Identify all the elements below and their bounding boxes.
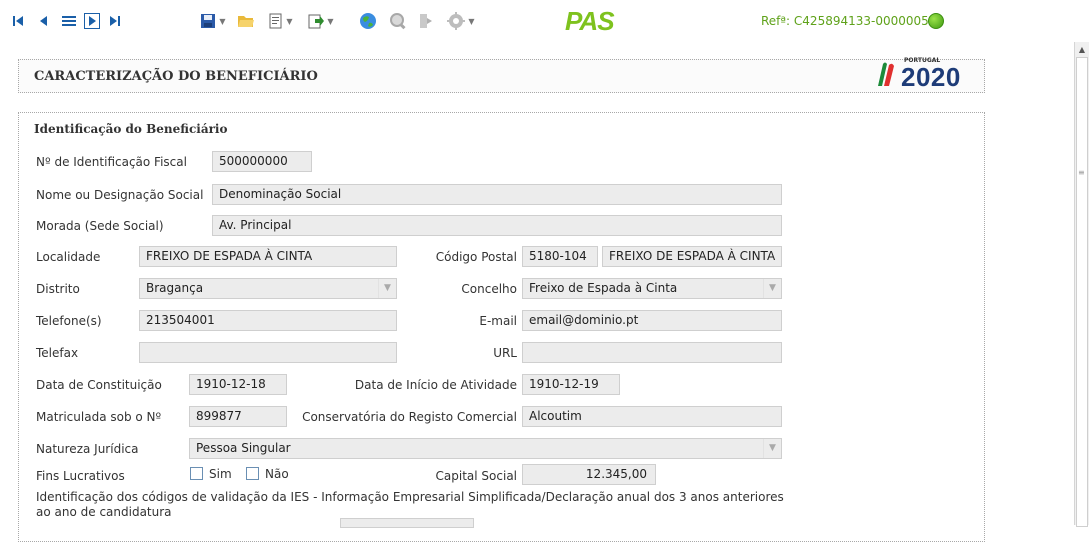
globe-icon[interactable] xyxy=(358,10,378,32)
fax-field[interactable] xyxy=(139,342,397,363)
locality-field[interactable]: FREIXO DE ESPADA À CINTA xyxy=(139,246,397,267)
activity-date-field[interactable]: 1910-12-19 xyxy=(522,374,620,395)
postal-code-field[interactable]: 5180-104 xyxy=(522,246,598,267)
page-header: CARACTERIZAÇÃO DO BENEFICIÁRIO xyxy=(18,59,985,93)
url-field[interactable] xyxy=(522,342,782,363)
address-label: Morada (Sede Social) xyxy=(36,219,164,233)
registration-label: Matriculada sob o Nº xyxy=(36,410,162,424)
logo-year-text: 2020 xyxy=(901,62,961,92)
first-record-icon[interactable] xyxy=(10,10,26,32)
profit-yes-checkbox[interactable] xyxy=(190,467,203,480)
profit-no-checkbox[interactable] xyxy=(246,467,259,480)
save-icon[interactable]: ▼ xyxy=(198,10,228,32)
profit-no-label: Não xyxy=(265,467,289,481)
open-folder-icon[interactable] xyxy=(236,10,256,32)
name-field[interactable]: Denominação Social xyxy=(212,184,782,205)
next-record-icon[interactable] xyxy=(83,10,101,32)
chevron-down-icon[interactable]: ▼ xyxy=(763,279,781,298)
scroll-grip-icon: ≡ xyxy=(1078,168,1085,177)
gear-icon[interactable]: ▼ xyxy=(444,10,478,32)
constitution-date-label: Data de Constituição xyxy=(36,378,162,392)
phone-field[interactable]: 213504001 xyxy=(139,310,397,331)
exit-icon[interactable] xyxy=(416,10,436,32)
email-label: E-mail xyxy=(479,314,517,328)
reference-label: Refª: C425894133-00000057 xyxy=(761,14,937,28)
postal-locality-field[interactable]: FREIXO DE ESPADA À CINTA xyxy=(602,246,782,267)
registration-field[interactable]: 899877 xyxy=(189,406,287,427)
fax-label: Telefax xyxy=(36,346,79,360)
capital-field[interactable]: 12.345,00 xyxy=(522,464,656,485)
phone-label: Telefone(s) xyxy=(36,314,102,328)
ies-code-field[interactable] xyxy=(340,518,474,528)
page-title: CARACTERIZAÇÃO DO BENEFICIÁRIO xyxy=(34,69,318,84)
municipality-select[interactable]: Freixo de Espada à Cinta ▼ xyxy=(522,278,782,299)
chevron-down-icon[interactable]: ▼ xyxy=(378,279,396,298)
list-icon[interactable] xyxy=(60,10,78,32)
postal-code-label: Código Postal xyxy=(435,250,517,264)
chevron-down-icon[interactable]: ▼ xyxy=(763,439,781,458)
portugal-2020-logo: PORTUGAL 2020 xyxy=(873,56,985,92)
pas-logo: PAS xyxy=(565,6,615,36)
email-field[interactable]: email@dominio.pt xyxy=(522,310,782,331)
nif-field[interactable]: 500000000 xyxy=(212,151,312,172)
portugal-flag-icon xyxy=(878,62,894,86)
section-title: Identificação do Beneficiário xyxy=(34,122,228,136)
capital-label: Capital Social xyxy=(435,469,517,483)
vertical-scrollbar[interactable]: ▲ ≡ xyxy=(1074,42,1089,527)
legal-nature-value: Pessoa Singular xyxy=(196,441,291,455)
last-record-icon[interactable] xyxy=(107,10,123,32)
district-label: Distrito xyxy=(36,282,80,296)
nif-label: Nº de Identificação Fiscal xyxy=(36,155,187,169)
document-icon[interactable]: ▼ xyxy=(266,10,296,32)
registry-office-label: Conservatória do Registo Comercial xyxy=(302,410,517,424)
district-select[interactable]: Bragança ▼ xyxy=(139,278,397,299)
locality-label: Localidade xyxy=(36,250,101,264)
export-icon[interactable]: ▼ xyxy=(306,10,336,32)
name-label: Nome ou Designação Social xyxy=(36,188,204,202)
status-green-icon xyxy=(928,13,944,29)
legal-nature-select[interactable]: Pessoa Singular ▼ xyxy=(189,438,782,459)
activity-date-label: Data de Início de Atividade xyxy=(354,378,517,392)
registry-office-field[interactable]: Alcoutim xyxy=(522,406,782,427)
previous-record-icon[interactable] xyxy=(36,10,52,32)
municipality-label: Concelho xyxy=(461,282,517,296)
scroll-up-icon[interactable]: ▲ xyxy=(1075,42,1089,57)
url-label: URL xyxy=(493,346,517,360)
legal-nature-label: Natureza Jurídica xyxy=(36,442,139,456)
search-icon[interactable] xyxy=(388,10,408,32)
address-field[interactable]: Av. Principal xyxy=(212,215,782,236)
district-value: Bragança xyxy=(146,281,204,295)
constitution-date-field[interactable]: 1910-12-18 xyxy=(189,374,287,395)
toolbar: ▼ ▼ ▼ ▼ PAS Refª: C425894133-00000057 xyxy=(0,0,1074,44)
municipality-value: Freixo de Espada à Cinta xyxy=(529,281,678,295)
profit-yes-label: Sim xyxy=(209,467,232,481)
profit-label: Fins Lucrativos xyxy=(36,469,125,483)
scroll-thumb[interactable]: ≡ xyxy=(1076,57,1088,527)
ies-description: Identificação dos códigos de validação d… xyxy=(36,490,784,519)
